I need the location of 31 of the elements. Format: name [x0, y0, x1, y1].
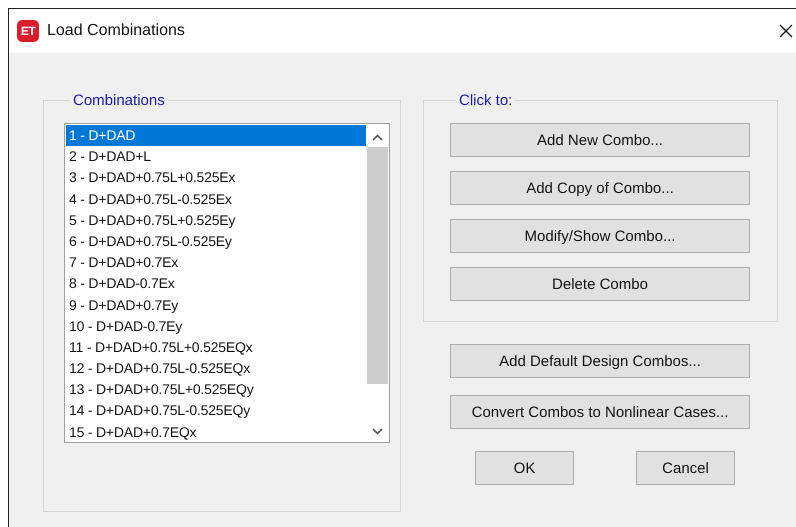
- list-item[interactable]: 15 - D+DAD+0.7EQx: [66, 422, 366, 443]
- list-item[interactable]: 1 - D+DAD: [66, 125, 366, 146]
- list-item[interactable]: 12 - D+DAD+0.75L-0.525EQx: [66, 358, 366, 380]
- list-item[interactable]: 7 - D+DAD+0.7Ex: [66, 252, 366, 274]
- action-button[interactable]: Convert Combos to Nonlinear Cases...: [450, 395, 750, 429]
- action-button[interactable]: Modify/Show Combo...: [450, 219, 750, 253]
- list-item[interactable]: 14 - D+DAD+0.75L-0.525EQy: [66, 400, 366, 422]
- scroll-up-icon[interactable]: [372, 134, 382, 141]
- scroll-down-icon[interactable]: [372, 428, 382, 435]
- list-item[interactable]: 3 - D+DAD+0.75L+0.525Ex: [66, 167, 366, 189]
- list-item[interactable]: 10 - D+DAD-0.7Ey: [66, 316, 366, 337]
- list-item[interactable]: 11 - D+DAD+0.75L+0.525EQx: [66, 336, 366, 358]
- list-item[interactable]: 2 - D+DAD+L: [66, 146, 366, 168]
- list-item[interactable]: 6 - D+DAD+0.75L-0.525Ey: [66, 230, 366, 252]
- ok-button[interactable]: OK: [475, 451, 574, 485]
- list-item[interactable]: 9 - D+DAD+0.7Ey: [66, 294, 366, 316]
- list-item[interactable]: 4 - D+DAD+0.75L-0.525Ex: [66, 188, 366, 210]
- cancel-button[interactable]: Cancel: [636, 451, 735, 485]
- list-item[interactable]: 13 - D+DAD+0.75L+0.525EQy: [66, 379, 366, 400]
- list-item[interactable]: 8 - D+DAD-0.7Ex: [66, 273, 366, 294]
- group-label: Click to:: [458, 92, 514, 109]
- group-label: Combinations: [72, 92, 166, 109]
- window-title: Load Combinations: [47, 22, 185, 40]
- scrollbar-thumb[interactable]: [366, 147, 388, 384]
- close-icon[interactable]: [779, 24, 793, 38]
- action-button[interactable]: Delete Combo: [450, 267, 750, 301]
- action-button[interactable]: Add Default Design Combos...: [450, 344, 750, 378]
- action-button[interactable]: Add New Combo...: [450, 123, 750, 157]
- app-icon: ET: [17, 20, 39, 42]
- action-button[interactable]: Add Copy of Combo...: [450, 171, 750, 205]
- list-item[interactable]: 5 - D+DAD+0.75L+0.525Ey: [66, 210, 366, 231]
